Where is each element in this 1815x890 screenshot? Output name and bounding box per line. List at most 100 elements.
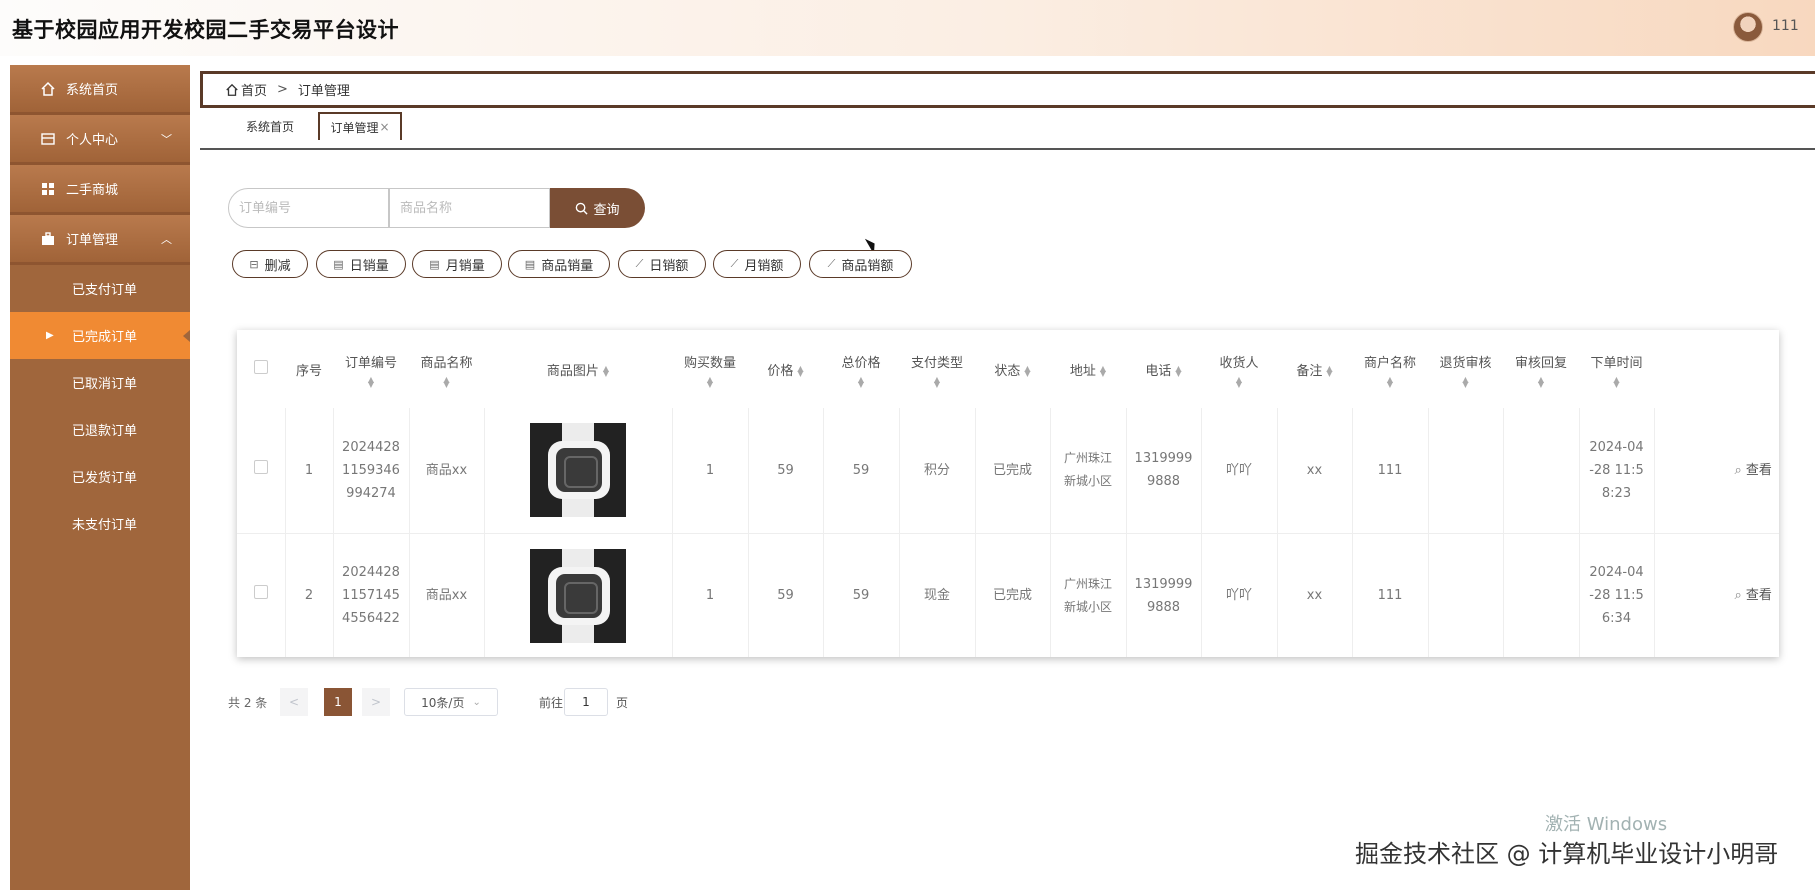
sidebar-subitem-shipped[interactable]: 已发货订单 <box>10 453 190 500</box>
column-header[interactable]: 下单时间 ▲ ▼ <box>1579 330 1654 408</box>
action-column-header <box>1654 330 1779 408</box>
select-all-checkbox[interactable] <box>254 360 268 374</box>
column-header[interactable]: 收货人 ▲ ▼ <box>1201 330 1277 408</box>
row-checkbox[interactable] <box>253 459 268 474</box>
delete-button[interactable]: ⊟ 删减 <box>232 250 308 278</box>
text-line: 新城小区 <box>1063 599 1112 614</box>
avatar[interactable] <box>1733 12 1763 42</box>
column-header[interactable]: 备注 ▲ ▼ <box>1277 330 1352 408</box>
view-button[interactable]: ⌕ 查看 <box>1735 588 1772 603</box>
sidebar-subitem-unpaid[interactable]: 未支付订单 <box>10 500 190 547</box>
column-label: 审核回复 <box>1514 355 1567 371</box>
sort-icon[interactable]: ▲ ▼ <box>672 375 748 388</box>
sidebar-item-profile[interactable]: 个人中心 ﹀ <box>10 115 190 165</box>
page-1-button[interactable]: 1 <box>324 688 352 716</box>
column-header[interactable]: 商品名称 ▲ ▼ <box>409 330 484 408</box>
activate-windows-watermark: 激活 Windows <box>1545 814 1668 835</box>
row-checkbox[interactable] <box>253 585 268 599</box>
sort-icon[interactable]: ▲ ▼ <box>823 375 899 388</box>
sidebar-item-mall[interactable]: 二手商城 <box>10 165 190 215</box>
column-header[interactable]: 订单编号 ▲ ▼ <box>333 330 409 408</box>
product-image[interactable] <box>530 548 626 643</box>
text-line: -28 11:5 <box>1589 462 1644 478</box>
sort-icon[interactable]: ▲ ▼ <box>1175 365 1181 378</box>
next-page-button[interactable]: > <box>362 688 390 716</box>
sidebar-subitem-paid[interactable]: 已支付订单 <box>10 265 190 312</box>
home-icon[interactable] <box>225 83 239 97</box>
sort-icon[interactable]: ▲ ▼ <box>1100 365 1106 378</box>
goods-sales-amount-button[interactable]: ⟋ 商品销额 <box>809 250 912 278</box>
column-label: 商户名称 <box>1363 355 1416 371</box>
sidebar-item-home[interactable]: 系统首页 <box>10 65 190 115</box>
column-header[interactable]: 商户名称 ▲ ▼ <box>1352 330 1428 408</box>
breadcrumb: 首页 > 订单管理 <box>200 71 1815 108</box>
column-header[interactable]: 支付类型 ▲ ▼ <box>899 330 975 408</box>
sort-icon[interactable]: ▲ ▼ <box>1024 365 1030 378</box>
daily-sales-volume-button[interactable]: ▤ 日销量 <box>316 250 406 278</box>
tab-orders[interactable]: 订单管理 × <box>318 112 402 140</box>
tab-bar: 系统首页 订单管理 × <box>200 110 1815 150</box>
profile-icon <box>40 131 56 147</box>
sort-icon[interactable]: ▲ ▼ <box>1201 375 1277 388</box>
view-label: 查看 <box>1745 462 1772 478</box>
chart-icon: ▤ <box>333 257 344 271</box>
column-header[interactable]: 商品图片 ▲ ▼ <box>484 330 672 408</box>
text-line: 1319999 <box>1134 576 1193 592</box>
chevron-up-icon[interactable]: ︿ <box>161 231 172 247</box>
goods-name-input[interactable] <box>389 188 550 228</box>
table-row[interactable]: 2 2024428 1157145 4556422 商品xx 1 59 59 现金 … <box>237 533 1779 657</box>
sort-icon[interactable]: ▲ ▼ <box>1352 375 1428 388</box>
monthly-sales-amount-button[interactable]: ⟋ 月销额 <box>713 250 801 278</box>
search-button[interactable]: 查询 <box>550 188 645 228</box>
cell-merchant: 111 <box>1352 533 1429 657</box>
product-image[interactable] <box>530 423 626 518</box>
column-header[interactable]: 价格 ▲ ▼ <box>748 330 823 408</box>
table-row[interactable]: 1 2024428 1159346 994274 商品xx 1 59 59 积分 已… <box>237 408 1779 534</box>
sidebar-subitem-completed[interactable]: ▶ 已完成订单 <box>10 312 190 359</box>
chart-icon: ▤ <box>524 257 536 271</box>
sort-icon[interactable]: ▲ ▼ <box>603 365 609 378</box>
delete-icon: ⊟ <box>249 257 259 271</box>
sidebar-subitem-label: 已支付订单 <box>72 283 138 298</box>
sidebar-subitem-refunded[interactable]: 已退款订单 <box>10 406 190 453</box>
page-size-select[interactable]: 10条/页 ⌄ <box>404 688 498 716</box>
column-header[interactable]: 电话 ▲ ▼ <box>1126 330 1201 408</box>
prev-page-button[interactable]: < <box>280 688 308 716</box>
daily-sales-amount-button[interactable]: ⟋ 日销额 <box>618 250 706 278</box>
column-header[interactable]: 审核回复 ▲ ▼ <box>1503 330 1579 408</box>
column-header[interactable]: 总价格 ▲ ▼ <box>823 330 899 408</box>
sort-icon[interactable]: ▲ ▼ <box>409 375 484 388</box>
breadcrumb-home[interactable]: 首页 <box>241 80 267 99</box>
app-title: 基于校园应用开发校园二手交易平台设计 <box>12 18 399 42</box>
column-label: 总价格 <box>841 355 881 371</box>
goods-sales-volume-button[interactable]: ▤ 商品销量 <box>508 250 610 278</box>
column-label: 地址 <box>1069 363 1096 379</box>
sidebar-subitem-label: 已发货订单 <box>72 471 138 486</box>
sort-icon[interactable]: ▲ ▼ <box>1428 375 1503 388</box>
column-header[interactable]: 退货审核 ▲ ▼ <box>1428 330 1503 408</box>
view-button[interactable]: ⌕ 查看 <box>1735 463 1772 478</box>
sidebar-item-orders[interactable]: 订单管理 ︿ <box>10 215 190 265</box>
monthly-sales-volume-button[interactable]: ▤ 月销量 <box>412 250 502 278</box>
sidebar-subitem-cancelled[interactable]: 已取消订单 <box>10 359 190 406</box>
page-size-value: 10条/页 <box>421 695 465 710</box>
column-header[interactable]: 状态 ▲ ▼ <box>975 330 1050 408</box>
sort-icon[interactable]: ▲ ▼ <box>1579 375 1654 388</box>
close-icon[interactable]: × <box>379 120 389 134</box>
username[interactable]: 111 <box>1772 18 1799 34</box>
top-bar: 基于校园应用开发校园二手交易平台设计 111 <box>0 0 1815 56</box>
order-number-input[interactable] <box>228 188 389 228</box>
tab-home[interactable]: 系统首页 <box>230 112 310 140</box>
cell-total: 59 <box>823 408 900 534</box>
sort-icon[interactable]: ▲ ▼ <box>1503 375 1579 388</box>
sort-icon[interactable]: ▲ ▼ <box>333 375 409 388</box>
sort-icon[interactable]: ▲ ▼ <box>899 375 975 388</box>
chevron-down-icon[interactable]: ﹀ <box>161 131 172 147</box>
goto-page-input[interactable]: 1 <box>564 688 608 716</box>
sort-icon[interactable]: ▲ ▼ <box>1326 365 1332 378</box>
column-header[interactable]: 地址 ▲ ▼ <box>1050 330 1126 408</box>
briefcase-icon <box>40 231 56 247</box>
sort-icon[interactable]: ▲ ▼ <box>797 365 803 378</box>
cell-remark: xx <box>1277 533 1353 657</box>
column-header[interactable]: 购买数量 ▲ ▼ <box>672 330 748 408</box>
